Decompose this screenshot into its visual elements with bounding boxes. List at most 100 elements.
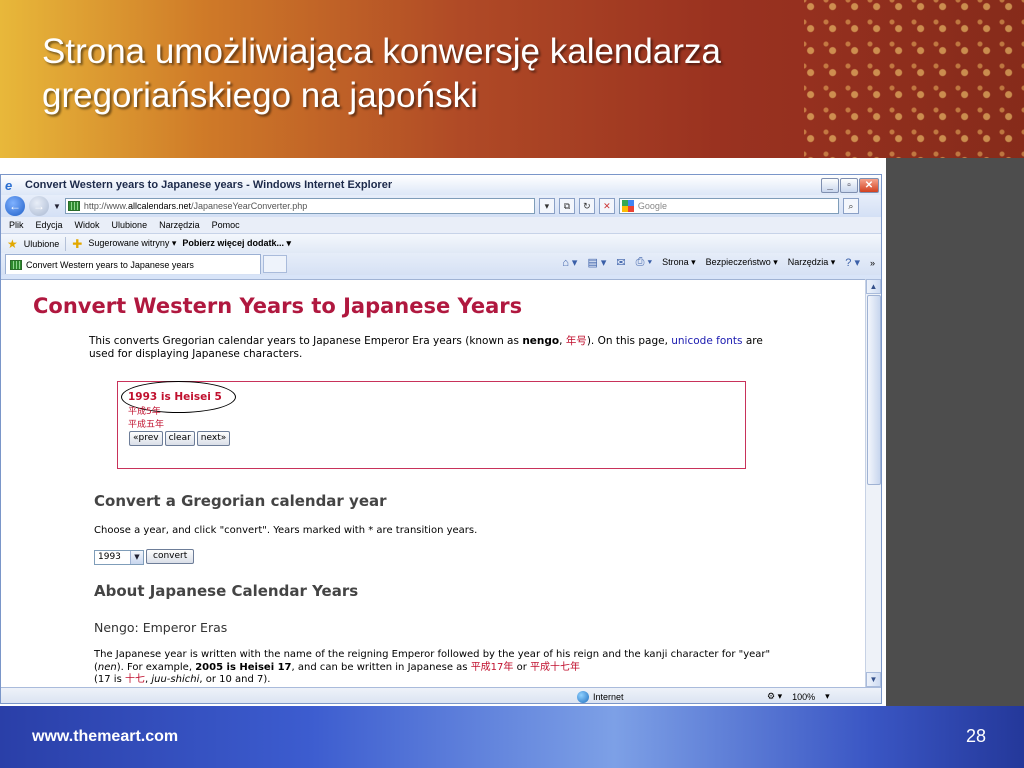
clear-button[interactable]: clear bbox=[164, 431, 195, 446]
menu-edit[interactable]: Edycja bbox=[36, 220, 63, 230]
close-button[interactable]: ✕ bbox=[859, 177, 879, 193]
zoom-level[interactable]: 100% bbox=[792, 692, 815, 702]
print-icon[interactable]: ⎙ ▾ bbox=[636, 256, 652, 269]
convert-button[interactable]: convert bbox=[146, 549, 195, 564]
result-kanji-numeric: 平成5年 bbox=[128, 407, 161, 417]
new-tab-button[interactable] bbox=[263, 255, 287, 273]
unicode-fonts-link[interactable]: unicode fonts bbox=[671, 335, 742, 347]
vertical-scrollbar[interactable]: ▲ ▼ bbox=[865, 279, 881, 687]
menu-tools[interactable]: Narzędzia bbox=[159, 220, 200, 230]
result-buttons: «prev clear next» bbox=[129, 431, 231, 446]
site-favicon-icon bbox=[67, 201, 80, 211]
year-select[interactable]: 1993 ▼ bbox=[94, 550, 144, 565]
search-placeholder: Google bbox=[637, 201, 667, 211]
menu-favorites[interactable]: Ulubione bbox=[112, 220, 148, 230]
about-paragraph: The Japanese year is written with the na… bbox=[94, 649, 784, 687]
result-box: 1993 is Heisei 5 平成5年 平成五年 «prev clear n… bbox=[117, 381, 746, 469]
address-bar: ← → ▼ http://www. allcalendars.net/Japane… bbox=[1, 195, 881, 217]
feeds-icon[interactable]: ▤ ▾ bbox=[587, 256, 606, 269]
intro-text-2: , bbox=[559, 335, 566, 347]
slide: Strona umożliwiająca konwersję kalendarz… bbox=[0, 0, 1024, 768]
add-favorite-icon[interactable]: ✚ bbox=[72, 237, 82, 251]
url-prefix: http://www. bbox=[83, 201, 128, 211]
page-number: 28 bbox=[965, 726, 986, 746]
window-title: Convert Western years to Japanese years … bbox=[25, 179, 393, 191]
separator bbox=[65, 236, 67, 251]
minimize-button[interactable]: _ bbox=[821, 177, 839, 193]
tab-active[interactable]: Convert Western years to Japanese years bbox=[5, 254, 261, 274]
about-or: or bbox=[513, 661, 531, 673]
about-kanji-1: 平成17年 bbox=[470, 661, 514, 673]
chevron-down-icon[interactable]: ▼ bbox=[130, 551, 143, 564]
scroll-up-icon[interactable]: ▲ bbox=[866, 279, 881, 294]
result-kanji-full: 平成五年 bbox=[128, 420, 165, 430]
command-bar: ⌂ ▾ ▤ ▾ ✉ ⎙ ▾ Strona ▾ Bezpieczeństwo ▾ … bbox=[562, 256, 875, 269]
mail-icon[interactable]: ✉ bbox=[616, 256, 625, 269]
convert-section-heading: Convert a Gregorian calendar year bbox=[94, 492, 387, 510]
about-text-2: ). For example, bbox=[116, 661, 196, 673]
search-input[interactable]: Google bbox=[618, 198, 839, 214]
about-example: 2005 is Heisei 17 bbox=[195, 661, 292, 673]
back-button[interactable]: ← bbox=[5, 196, 25, 216]
right-gray-panel bbox=[886, 158, 1024, 706]
about-kanji-2: 平成十七年 bbox=[530, 661, 581, 673]
status-bar: Internet ⚙ ▾ 100% ▾ bbox=[1, 687, 881, 703]
protected-mode-icon[interactable]: ⚙ ▾ bbox=[767, 691, 782, 702]
get-addons-link[interactable]: Pobierz więcej dodatk... ▾ bbox=[182, 238, 291, 249]
about-heading: About Japanese Calendar Years bbox=[94, 582, 359, 600]
url-input[interactable]: http://www. allcalendars.net/JapaneseYear… bbox=[64, 198, 535, 214]
zoom-control[interactable]: ⚙ ▾ 100% ▾ bbox=[767, 691, 830, 702]
stop-button[interactable]: ✕ bbox=[598, 198, 615, 214]
menu-file[interactable]: Plik bbox=[9, 220, 24, 230]
compatibility-view-icon[interactable]: ⧉ bbox=[558, 198, 575, 214]
page-content: Convert Western Years to Japanese Years … bbox=[1, 279, 867, 687]
safety-menu[interactable]: Bezpieczeństwo ▾ bbox=[706, 257, 778, 268]
favorites-star-icon: ★ bbox=[7, 236, 18, 251]
intro-text-1: This converts Gregorian calendar years t… bbox=[89, 335, 523, 347]
about-kanji-3: 十七 bbox=[124, 674, 145, 685]
about-reading: juu-shichi bbox=[151, 674, 200, 685]
refresh-button[interactable]: ↻ bbox=[578, 198, 595, 214]
about-text-6: , or 10 and 7). bbox=[199, 674, 271, 685]
tab-favicon-icon bbox=[10, 259, 22, 270]
slide-header: Strona umożliwiająca konwersję kalendarz… bbox=[0, 0, 1024, 158]
page-menu[interactable]: Strona ▾ bbox=[662, 257, 696, 268]
menu-help[interactable]: Pomoc bbox=[212, 220, 240, 230]
browser-window: e Convert Western years to Japanese year… bbox=[0, 174, 882, 704]
intro-text-3: ). On this page, bbox=[586, 335, 672, 347]
menu-view[interactable]: Widok bbox=[75, 220, 100, 230]
about-text-3: , and can be written in Japanese as bbox=[291, 661, 471, 673]
tab-title: Convert Western years to Japanese years bbox=[26, 259, 194, 270]
suggested-sites-link[interactable]: Sugerowane witryny ▾ bbox=[88, 238, 176, 249]
result-main: 1993 is Heisei 5 bbox=[128, 391, 222, 403]
favorites-button[interactable]: Ulubione bbox=[24, 239, 60, 249]
scroll-thumb[interactable] bbox=[867, 295, 881, 485]
globe-icon bbox=[577, 691, 589, 703]
tools-menu[interactable]: Narzędzia ▾ bbox=[788, 257, 836, 268]
url-path: /JapaneseYearConverter.php bbox=[190, 201, 308, 211]
slide-footer: www.themeart.com 28 bbox=[0, 706, 1024, 768]
intro-nengo: nengo bbox=[522, 335, 560, 347]
next-button[interactable]: next» bbox=[196, 431, 231, 446]
zoom-dropdown-icon[interactable]: ▾ bbox=[825, 691, 830, 702]
home-icon[interactable]: ⌂ ▾ bbox=[562, 256, 577, 269]
help-icon[interactable]: ? ▾ bbox=[845, 256, 860, 269]
window-controls: _ ▫ ✕ bbox=[821, 177, 881, 193]
scroll-down-icon[interactable]: ▼ bbox=[866, 672, 881, 687]
maximize-button[interactable]: ▫ bbox=[840, 177, 858, 193]
footer-url: www.themeart.com bbox=[32, 728, 179, 745]
menu-bar: Plik Edycja Widok Ulubione Narzędzia Pom… bbox=[1, 217, 881, 233]
search-icon[interactable]: ⌕ bbox=[842, 198, 859, 214]
more-commands[interactable]: » bbox=[870, 258, 875, 268]
browser-titlebar: e Convert Western years to Japanese year… bbox=[1, 175, 881, 195]
page-heading: Convert Western Years to Japanese Years bbox=[33, 294, 523, 318]
prev-button[interactable]: «prev bbox=[129, 431, 163, 446]
url-dropdown-button[interactable]: ▾ bbox=[538, 198, 555, 214]
forward-button[interactable]: → bbox=[29, 196, 49, 216]
google-icon bbox=[621, 200, 634, 212]
intro-paragraph: This converts Gregorian calendar years t… bbox=[89, 335, 779, 361]
nengo-subheading: Nengo: Emperor Eras bbox=[94, 620, 228, 635]
history-dropdown-icon[interactable]: ▼ bbox=[53, 202, 61, 211]
tab-bar: Convert Western years to Japanese years … bbox=[1, 253, 881, 275]
intro-kanji: 年号 bbox=[565, 335, 587, 347]
